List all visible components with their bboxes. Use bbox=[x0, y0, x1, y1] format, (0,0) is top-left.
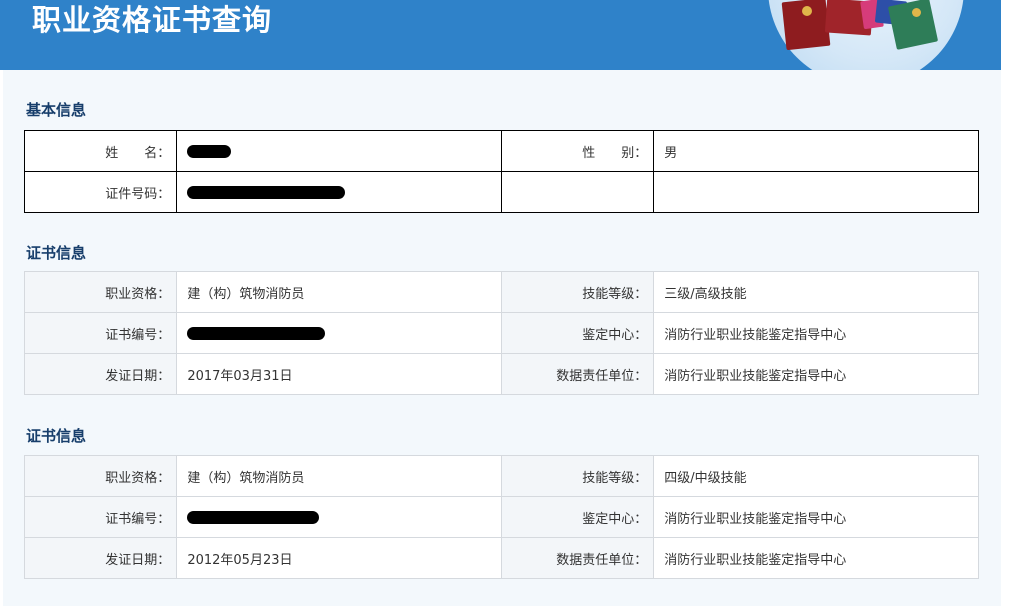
issue-date-label: 发证日期： bbox=[23, 353, 178, 395]
skill-level-label: 技能等级： bbox=[500, 455, 655, 497]
redacted-certificate-number bbox=[187, 510, 320, 524]
certificate-heading: 证书信息 bbox=[26, 427, 87, 445]
issue-date-label: 发证日期： bbox=[23, 537, 178, 579]
responsible-unit-value: 消防行业职业技能鉴定指导中心 bbox=[653, 537, 979, 579]
skill-level-label: 技能等级： bbox=[500, 271, 655, 313]
redacted-certificate-number bbox=[187, 326, 326, 340]
appraisal-center-value: 消防行业职业技能鉴定指导中心 bbox=[653, 496, 979, 538]
issue-date-value: 2017年03月31日 bbox=[176, 353, 502, 395]
table-row: 证书编号： 鉴定中心： 消防行业职业技能鉴定指导中心 bbox=[23, 496, 979, 538]
page-title: 职业资格证书查询 bbox=[32, 3, 273, 37]
certificate-heading: 证书信息 bbox=[26, 244, 87, 262]
table-row: 姓 名： 性 别： 男 bbox=[23, 130, 979, 172]
qualification-value: 建（构）筑物消防员 bbox=[176, 271, 502, 313]
qualification-label: 职业资格： bbox=[23, 271, 178, 313]
gender-label: 性 别： bbox=[500, 130, 655, 172]
appraisal-center-value: 消防行业职业技能鉴定指导中心 bbox=[653, 312, 979, 354]
appraisal-center-label: 鉴定中心： bbox=[500, 312, 655, 354]
table-row: 职业资格： 建（构）筑物消防员 技能等级： 四级/中级技能 bbox=[23, 455, 979, 497]
emblem-icon bbox=[802, 6, 812, 16]
id-number-value bbox=[176, 171, 502, 213]
certificate-number-value bbox=[176, 312, 502, 354]
issue-date-value: 2012年05月23日 bbox=[176, 537, 502, 579]
table-row: 职业资格： 建（构）筑物消防员 技能等级： 三级/高级技能 bbox=[23, 271, 979, 313]
certificate-table: 职业资格： 建（构）筑物消防员 技能等级： 三级/高级技能 证书编号： 鉴定中心… bbox=[23, 271, 979, 395]
table-row: 发证日期： 2012年05月23日 数据责任单位： 消防行业职业技能鉴定指导中心 bbox=[23, 537, 979, 579]
gender-value: 男 bbox=[653, 130, 979, 172]
emblem-icon bbox=[912, 8, 921, 17]
certificate-number-value bbox=[176, 496, 502, 538]
responsible-unit-value: 消防行业职业技能鉴定指导中心 bbox=[653, 353, 979, 395]
certificate-book-image bbox=[887, 0, 939, 50]
appraisal-center-label: 鉴定中心： bbox=[500, 496, 655, 538]
table-row: 证件号码： bbox=[23, 171, 979, 213]
responsible-unit-label: 数据责任单位： bbox=[500, 537, 655, 579]
name-value bbox=[176, 130, 502, 172]
skill-level-value: 三级/高级技能 bbox=[653, 271, 979, 313]
redacted-name bbox=[187, 144, 232, 158]
certificate-table: 职业资格： 建（构）筑物消防员 技能等级： 四级/中级技能 证书编号： 鉴定中心… bbox=[23, 455, 979, 579]
table-row: 发证日期： 2017年03月31日 数据责任单位： 消防行业职业技能鉴定指导中心 bbox=[23, 353, 979, 395]
responsible-unit-label: 数据责任单位： bbox=[500, 353, 655, 395]
redacted-id-number bbox=[187, 185, 346, 199]
id-number-label: 证件号码： bbox=[23, 171, 178, 213]
certificate-number-label: 证书编号： bbox=[23, 496, 178, 538]
qualification-label: 职业资格： bbox=[23, 455, 178, 497]
name-label: 姓 名： bbox=[23, 130, 178, 172]
basic-info-heading: 基本信息 bbox=[26, 101, 87, 119]
empty-cell bbox=[500, 171, 655, 213]
certificate-number-label: 证书编号： bbox=[23, 312, 178, 354]
skill-level-value: 四级/中级技能 bbox=[653, 455, 979, 497]
qualification-value: 建（构）筑物消防员 bbox=[176, 455, 502, 497]
empty-cell bbox=[653, 171, 979, 213]
basic-info-table: 姓 名： 性 别： 男 证件号码： bbox=[23, 130, 979, 213]
table-row: 证书编号： 鉴定中心： 消防行业职业技能鉴定指导中心 bbox=[23, 312, 979, 354]
